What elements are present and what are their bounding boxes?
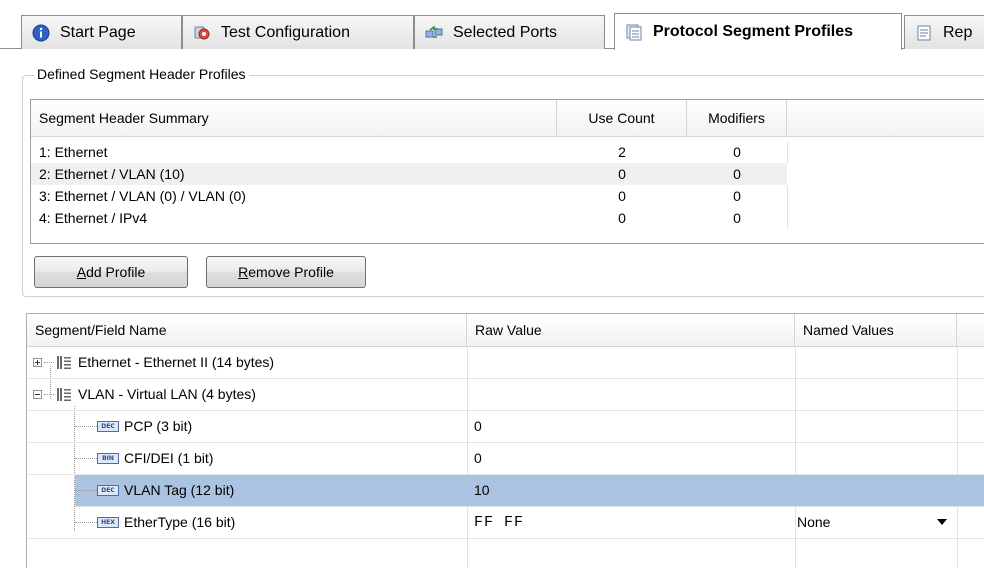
info-icon (32, 24, 50, 41)
bin-badge-icon: BIN (97, 453, 119, 464)
column-header-modifiers[interactable]: Modifiers (687, 100, 787, 137)
field-name: PCP (3 bit) (124, 418, 193, 434)
tab-test-configuration[interactable]: Test Configuration (182, 15, 414, 49)
dec-badge-icon: DEC (97, 421, 119, 432)
add-profile-button[interactable]: Add Profile (34, 256, 188, 288)
collapse-icon[interactable] (33, 390, 42, 399)
tree-row-ethernet[interactable]: Ethernet - Ethernet II (14 bytes) (27, 347, 984, 379)
tab-strip: Start Page Test Configuration Selected P… (0, 0, 984, 52)
tab-protocol-segment-profiles-label: Protocol Segment Profiles (653, 23, 854, 40)
column-header-raw-value[interactable]: Raw Value (467, 314, 795, 347)
test-config-icon (194, 26, 210, 39)
tab-test-configuration-label: Test Configuration (221, 23, 350, 41)
profile-row-2[interactable]: 2: Ethernet / VLAN (10) 0 0 (31, 163, 787, 185)
profile-use-count: 0 (618, 210, 626, 226)
profile-summary: 3: Ethernet / VLAN (0) / VLAN (0) (39, 188, 246, 204)
row-column-divider (787, 207, 788, 229)
segment-field-grid-header: Segment/Field Name Raw Value Named Value… (27, 314, 984, 347)
tab-report-label: Rep (943, 23, 973, 41)
hex-badge-icon: HEX (97, 517, 119, 528)
tab-selected-ports-label: Selected Ports (453, 23, 558, 41)
tree-connector (75, 426, 97, 427)
remove-profile-accel-key: R (238, 264, 249, 280)
field-name: VLAN Tag (12 bit) (124, 482, 235, 498)
tab-protocol-segment-profiles[interactable]: Protocol Segment Profiles (614, 13, 902, 50)
raw-value[interactable]: 0 (474, 443, 482, 474)
field-name: CFI/DEI (1 bit) (124, 450, 214, 466)
segment-icon (57, 356, 71, 369)
row-column-divider (787, 185, 788, 207)
profile-row-3[interactable]: 3: Ethernet / VLAN (0) / VLAN (0) 0 0 (31, 185, 984, 207)
tree-connector (75, 490, 97, 491)
tree-connector (75, 522, 97, 523)
column-header-use-count[interactable]: Use Count (557, 100, 687, 137)
profile-row-1[interactable]: 1: Ethernet 2 0 (31, 141, 984, 163)
profile-modifiers: 0 (733, 210, 741, 226)
profile-summary: 4: Ethernet / IPv4 (39, 210, 148, 226)
profile-summary: 2: Ethernet / VLAN (10) (39, 166, 185, 182)
tree-row-vlan-tag[interactable]: DEC VLAN Tag (12 bit) 10 (75, 475, 984, 507)
column-header-named-values[interactable]: Named Values (795, 314, 957, 347)
profile-summary: 1: Ethernet (39, 144, 108, 160)
profiles-grid[interactable]: Segment Header Summary Use Count Modifie… (30, 99, 984, 244)
tab-selected-ports[interactable]: Selected Ports (414, 15, 605, 49)
tree-row-vlan[interactable]: VLAN - Virtual LAN (4 bytes) (27, 379, 984, 411)
profiles-icon (626, 24, 642, 41)
raw-value[interactable]: 0 (474, 411, 482, 442)
field-name: VLAN - Virtual LAN (4 bytes) (78, 386, 256, 402)
raw-value[interactable]: FF FF (474, 507, 524, 538)
report-icon (917, 25, 931, 40)
column-header-summary[interactable]: Segment Header Summary (31, 100, 557, 137)
tab-start-page-label: Start Page (60, 23, 136, 41)
profile-modifiers: 0 (733, 144, 741, 160)
field-name: Ethernet - Ethernet II (14 bytes) (78, 354, 275, 370)
profile-modifiers: 0 (733, 166, 741, 182)
column-header-field-name[interactable]: Segment/Field Name (27, 314, 467, 347)
profile-use-count: 0 (618, 166, 626, 182)
tab-start-page[interactable]: Start Page (21, 15, 182, 49)
tree-row-ethertype[interactable]: HEX EtherType (16 bit) FF FF None (27, 507, 984, 539)
profile-use-count: 2 (618, 144, 626, 160)
tree-row-pcp[interactable]: DEC PCP (3 bit) 0 (27, 411, 984, 443)
defined-profiles-title: Defined Segment Header Profiles (34, 65, 249, 83)
tab-report[interactable]: Rep (904, 15, 984, 49)
profile-modifiers: 0 (733, 188, 741, 204)
add-profile-accel-key: A (76, 264, 87, 280)
row-column-divider (787, 141, 788, 163)
named-value-select[interactable]: None (797, 507, 830, 538)
remove-profile-label-suffix: emove Profile (248, 264, 334, 280)
profile-use-count: 0 (618, 188, 626, 204)
remove-profile-button[interactable]: Remove Profile (206, 256, 366, 288)
add-profile-label-suffix: dd Profile (86, 264, 146, 280)
tree-connector (75, 458, 97, 459)
tree-row-cfi-dei[interactable]: BIN CFI/DEI (1 bit) 0 (27, 443, 984, 475)
field-name: EtherType (16 bit) (124, 514, 236, 530)
raw-value[interactable]: 10 (474, 475, 490, 506)
chevron-down-icon[interactable] (937, 519, 947, 525)
segment-field-grid[interactable]: Segment/Field Name Raw Value Named Value… (26, 313, 984, 568)
tree-connector (44, 362, 54, 363)
profiles-grid-header: Segment Header Summary Use Count Modifie… (31, 100, 984, 137)
expand-icon[interactable] (33, 358, 42, 367)
segment-icon (57, 388, 71, 401)
profile-row-4[interactable]: 4: Ethernet / IPv4 0 0 (31, 207, 984, 229)
dec-badge-icon: DEC (97, 485, 119, 496)
tree-connector (44, 394, 54, 395)
ports-icon (425, 25, 443, 38)
